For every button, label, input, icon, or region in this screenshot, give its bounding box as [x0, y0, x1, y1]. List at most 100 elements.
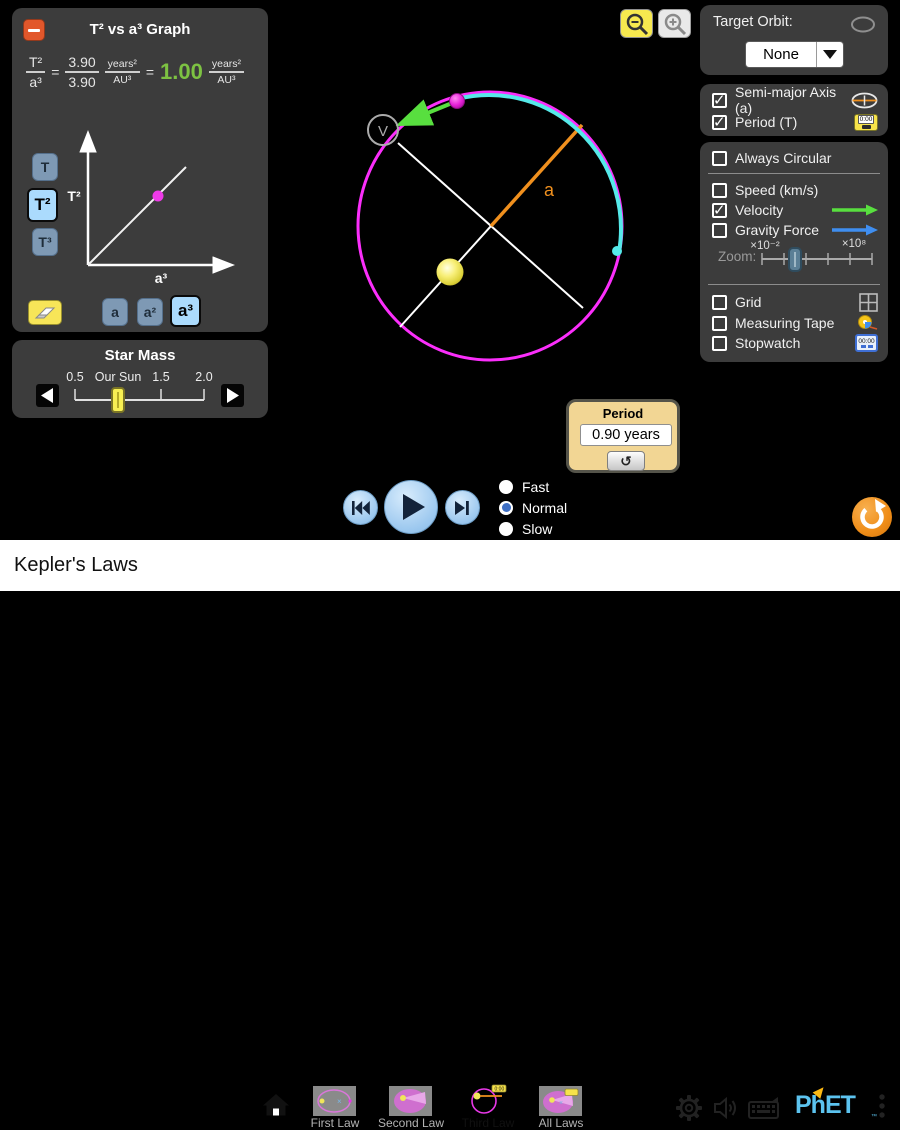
home-button[interactable]	[262, 1093, 290, 1118]
plot-y-axis-label: T²	[62, 188, 86, 204]
star-mass-title: Star Mass	[12, 347, 268, 364]
graph-panel-title: T² vs a³ Graph	[12, 21, 268, 38]
menu-dots-button[interactable]	[878, 1093, 886, 1121]
planet[interactable]	[450, 94, 465, 109]
svg-text:0:00: 0:00	[495, 1087, 505, 1093]
radio-icon	[499, 480, 513, 494]
orbit-info-panel: Semi-major Axis (a) Period (T) 0:00	[700, 84, 888, 136]
speed-radio-fast[interactable]: Fast	[499, 479, 549, 494]
equals-sign: =	[51, 64, 59, 80]
stopwatch-icon: 00:00	[855, 334, 878, 352]
rewind-button[interactable]	[343, 490, 378, 525]
checkbox-row-velocity: Velocity	[712, 200, 878, 220]
sim-title: Kepler's Laws	[14, 554, 138, 577]
star-mass-increment-button[interactable]	[221, 384, 244, 407]
step-forward-button[interactable]	[445, 490, 480, 525]
period-checkbox[interactable]	[712, 115, 727, 130]
reset-all-button[interactable]	[852, 497, 892, 537]
zoom-max-label: ×10⁸	[834, 238, 874, 250]
settings-gear-button[interactable]	[676, 1094, 702, 1122]
period-label-text: Period (T)	[735, 114, 797, 130]
star[interactable]	[437, 259, 464, 286]
magnifier-plus-icon	[662, 12, 688, 36]
combobox-arrow-button[interactable]	[817, 42, 843, 67]
phet-logo-button[interactable]: PhET ™	[795, 1091, 879, 1121]
always-circular-checkbox[interactable]	[712, 151, 727, 166]
star-mass-decrement-button[interactable]	[36, 384, 59, 407]
screen-label-all-laws: All Laws	[539, 1116, 584, 1130]
target-orbit-label: Target Orbit:	[713, 14, 793, 30]
screen-button-first-law[interactable]: ×	[313, 1086, 356, 1116]
semi-major-axis-line	[491, 125, 582, 226]
gravity-force-label: Gravity Force	[735, 222, 819, 238]
checkbox-row-speed: Speed (km/s)	[712, 180, 878, 200]
measuring-tape-label: Measuring Tape	[735, 315, 834, 331]
speed-radio-normal[interactable]: Normal	[499, 500, 567, 515]
zoom-in-button[interactable]	[658, 9, 691, 38]
first-law-thumbnail: ×	[313, 1086, 356, 1116]
velocity-handle-label: V	[378, 123, 388, 140]
grid-checkbox[interactable]	[712, 295, 727, 310]
keyboard-shortcuts-button[interactable]	[748, 1096, 780, 1120]
eraser-button[interactable]	[28, 300, 62, 325]
plot-x-axis-label: a³	[146, 270, 176, 286]
period-arc-end-dot	[612, 246, 622, 256]
checkbox-row-always-circular: Always Circular	[712, 148, 878, 168]
screen-label-first-law: First Law	[311, 1116, 360, 1130]
gravity-force-checkbox[interactable]	[712, 223, 727, 238]
measuring-tape-checkbox[interactable]	[712, 316, 727, 331]
ellipse-axes-icon	[851, 92, 878, 109]
checkbox-row-stopwatch: Stopwatch 00:00	[712, 333, 878, 353]
star-mass-tick-1.5: 1.5	[152, 370, 169, 384]
period-undo-button[interactable]: ↺	[607, 451, 645, 471]
second-law-thumbnail	[389, 1086, 432, 1116]
zoom-slider-thumb[interactable]	[788, 247, 802, 272]
zoom-out-button[interactable]	[620, 9, 653, 38]
star-mass-panel: Star Mass 0.5 Our Sun 1.5 2.0	[12, 340, 268, 418]
velocity-label: Velocity	[735, 202, 783, 218]
screen-button-all-laws[interactable]: ×	[539, 1086, 582, 1116]
target-orbit-combobox[interactable]: None	[745, 41, 844, 68]
power-button-T3[interactable]: T³	[32, 228, 58, 256]
stopwatch-checkbox[interactable]	[712, 336, 727, 351]
play-button[interactable]	[384, 480, 438, 534]
screen-label-second-law: Second Law	[378, 1116, 444, 1130]
star-mass-slider-thumb[interactable]	[111, 387, 125, 413]
velocity-vector[interactable]	[403, 101, 457, 123]
reset-icon	[852, 497, 892, 537]
zoom-slider-label: Zoom:	[718, 249, 756, 264]
speed-checkbox[interactable]	[712, 183, 727, 198]
target-orbit-selected-value: None	[746, 42, 816, 67]
svg-text:×: ×	[337, 1097, 342, 1106]
sound-button[interactable]	[712, 1095, 740, 1121]
semi-major-axis-label: a	[544, 180, 555, 200]
power-button-T[interactable]: T	[32, 153, 58, 181]
period-value-display: 0.90 years	[580, 424, 672, 446]
screen-button-third-law[interactable]: 0:00	[464, 1083, 510, 1117]
checkbox-row-measuring-tape: Measuring Tape	[712, 313, 878, 333]
screen-button-second-law[interactable]	[389, 1086, 432, 1116]
power-button-a3[interactable]: a³	[170, 295, 201, 327]
ratio-fraction: 3.90 3.90	[65, 54, 98, 90]
power-button-a2[interactable]: a²	[137, 298, 163, 326]
phet-logo-text: PhET	[795, 1091, 855, 1119]
power-button-a[interactable]: a	[102, 298, 128, 326]
right-arrow-icon	[226, 388, 239, 403]
grid-icon	[859, 293, 878, 312]
blue-gravity-arrow-icon	[832, 224, 878, 236]
navigation-bar: Kepler's Laws × 0:00	[0, 540, 900, 591]
orbit-controls-panel: Always Circular Speed (km/s) Velocity Gr…	[700, 142, 888, 362]
checkbox-row-gravity-force: Gravity Force	[712, 220, 878, 240]
magnifier-minus-icon	[624, 12, 650, 36]
graph-panel: T² vs a³ Graph T² a³ = 3.90 3.90 years² …	[12, 8, 268, 332]
speed-radio-slow[interactable]: Slow	[499, 521, 552, 536]
divider	[708, 173, 880, 174]
checkbox-row-semi-major-axis: Semi-major Axis (a)	[712, 90, 878, 110]
target-orbit-ellipse-icon	[850, 16, 876, 33]
power-button-T2[interactable]: T²	[27, 188, 58, 222]
checkbox-row-grid: Grid	[712, 292, 878, 312]
measuring-tape-icon	[857, 315, 878, 331]
semi-major-axis-checkbox[interactable]	[712, 93, 727, 108]
period-timer-icon: 0:00	[854, 114, 878, 131]
velocity-checkbox[interactable]	[712, 203, 727, 218]
